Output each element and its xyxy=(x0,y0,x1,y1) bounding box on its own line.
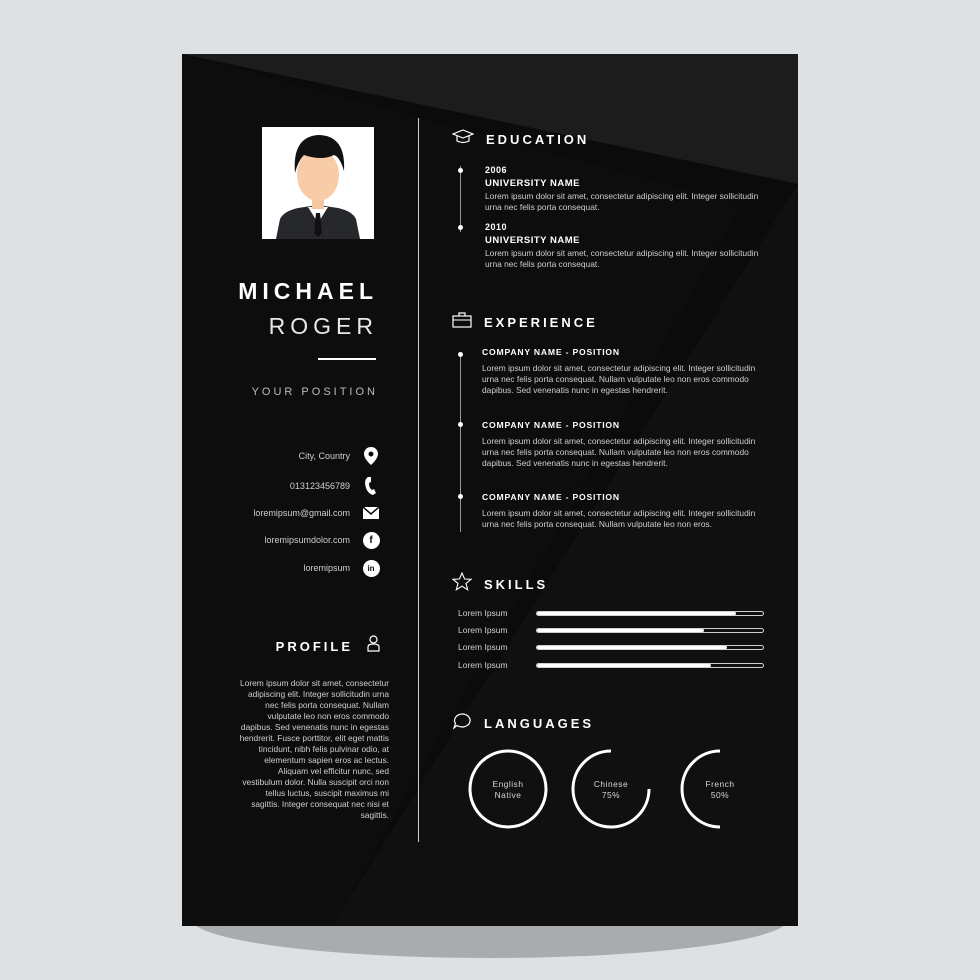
last-name: ROGER xyxy=(268,313,378,339)
skill-bar xyxy=(536,645,764,650)
experience-desc: Lorem ipsum dolor sit amet, consectetur … xyxy=(482,436,756,468)
education-year: 2006 xyxy=(485,165,508,175)
contact-linkedin: loremipsum in xyxy=(303,559,380,577)
facebook-glyph: f xyxy=(362,531,380,549)
experience-entry: COMPANY NAME - POSITION Lorem ipsum dolo… xyxy=(482,347,770,396)
skill-label: Lorem Ipsum xyxy=(458,625,508,635)
skills-title: SKILLS xyxy=(484,576,549,592)
skill-fill xyxy=(537,646,727,649)
language-chinese: Chinese 75% xyxy=(570,748,652,830)
skill-row: Lorem Ipsum xyxy=(458,625,768,637)
star-icon xyxy=(451,571,473,596)
skill-label: Lorem Ipsum xyxy=(458,608,508,618)
timeline-dot xyxy=(458,225,463,230)
education-entry: 2010 UNIVERSITY NAME Lorem ipsum dolor s… xyxy=(485,222,773,270)
experience-entry: COMPANY NAME - POSITION Lorem ipsum dolo… xyxy=(482,492,770,530)
experience-desc: Lorem ipsum dolor sit amet, consectetur … xyxy=(482,508,756,529)
profile-photo xyxy=(262,127,374,239)
name-underline xyxy=(318,358,376,360)
contact-website-text: loremipsumdolor.com xyxy=(264,535,350,545)
education-timeline xyxy=(460,166,461,232)
profile-heading: PROFILE xyxy=(276,635,380,657)
contact-phone-text: 013123456789 xyxy=(289,481,350,491)
language-french: French 50% xyxy=(679,748,761,830)
timeline-dot xyxy=(458,352,463,357)
language-english: English Native xyxy=(467,748,549,830)
contact-location-text: City, Country xyxy=(298,451,350,461)
contact-location: City, Country xyxy=(299,447,380,465)
education-school: UNIVERSITY NAME xyxy=(485,235,580,246)
language-name: English xyxy=(492,779,524,789)
education-heading: EDUCATION xyxy=(451,129,590,150)
language-level: Native xyxy=(494,790,522,800)
language-label: English Native xyxy=(467,779,549,801)
experience-heading: EXPERIENCE xyxy=(452,312,598,333)
contact-email-text: loremipsum@gmail.com xyxy=(253,508,350,518)
skill-fill xyxy=(537,664,712,667)
language-level: 75% xyxy=(601,790,621,800)
experience-company: COMPANY NAME - POSITION xyxy=(482,347,620,357)
experience-company: COMPANY NAME - POSITION xyxy=(482,492,620,502)
education-desc: Lorem ipsum dolor sit amet, consectetur … xyxy=(485,191,759,212)
briefcase-icon xyxy=(452,312,472,333)
skill-row: Lorem Ipsum xyxy=(458,642,768,654)
skill-row: Lorem Ipsum xyxy=(458,660,768,672)
profile-title: PROFILE xyxy=(275,638,353,654)
job-position: YOUR POSITION xyxy=(251,386,378,398)
avatar xyxy=(262,127,374,239)
skill-bar xyxy=(536,663,764,668)
language-name: Chinese xyxy=(593,779,629,789)
contact-linkedin-text: loremipsum xyxy=(303,563,350,573)
mail-icon xyxy=(362,504,380,522)
education-entry: 2006 UNIVERSITY NAME Lorem ipsum dolor s… xyxy=(485,165,773,213)
education-title: EDUCATION xyxy=(486,132,590,147)
language-name: French xyxy=(705,779,735,789)
location-pin-icon xyxy=(362,447,380,465)
phone-icon xyxy=(362,477,380,495)
language-label: Chinese 75% xyxy=(570,779,652,801)
skill-bar xyxy=(536,611,764,616)
skill-fill xyxy=(537,629,705,632)
person-icon xyxy=(367,635,380,657)
education-year: 2010 xyxy=(485,222,508,232)
first-name: MICHAEL xyxy=(238,278,378,304)
contact-email: loremipsum@gmail.com xyxy=(253,504,380,522)
language-level: 50% xyxy=(710,790,730,800)
experience-timeline xyxy=(460,352,461,532)
column-divider xyxy=(418,118,419,842)
resume-page: MICHAEL ROGER YOUR POSITION City, Countr… xyxy=(182,54,798,926)
skill-bar xyxy=(536,628,764,633)
timeline-dot xyxy=(458,494,463,499)
speech-bubble-icon xyxy=(452,712,472,735)
profile-text: Lorem ipsum dolor sit amet, consectetur … xyxy=(239,678,389,820)
timeline-dot xyxy=(458,422,463,427)
skill-label: Lorem Ipsum xyxy=(458,660,508,670)
education-school: UNIVERSITY NAME xyxy=(485,178,580,189)
experience-company: COMPANY NAME - POSITION xyxy=(482,420,620,430)
languages-heading: LANGUAGES xyxy=(452,712,594,735)
skill-row: Lorem Ipsum xyxy=(458,608,768,620)
contact-website: loremipsumdolor.com f xyxy=(264,531,380,549)
experience-entry: COMPANY NAME - POSITION Lorem ipsum dolo… xyxy=(482,420,770,469)
skills-heading: SKILLS xyxy=(451,571,549,596)
linkedin-glyph: in xyxy=(362,559,380,577)
contact-phone: 013123456789 xyxy=(290,477,380,495)
language-label: French 50% xyxy=(679,779,761,801)
skill-label: Lorem Ipsum xyxy=(458,642,508,652)
timeline-dot xyxy=(458,168,463,173)
education-desc: Lorem ipsum dolor sit amet, consectetur … xyxy=(485,248,759,269)
experience-desc: Lorem ipsum dolor sit amet, consectetur … xyxy=(482,363,756,395)
skill-fill xyxy=(537,612,736,615)
facebook-icon: f xyxy=(362,531,380,549)
experience-title: EXPERIENCE xyxy=(484,315,598,330)
languages-title: LANGUAGES xyxy=(484,716,595,731)
linkedin-icon: in xyxy=(362,559,380,577)
graduation-cap-icon xyxy=(451,129,475,150)
